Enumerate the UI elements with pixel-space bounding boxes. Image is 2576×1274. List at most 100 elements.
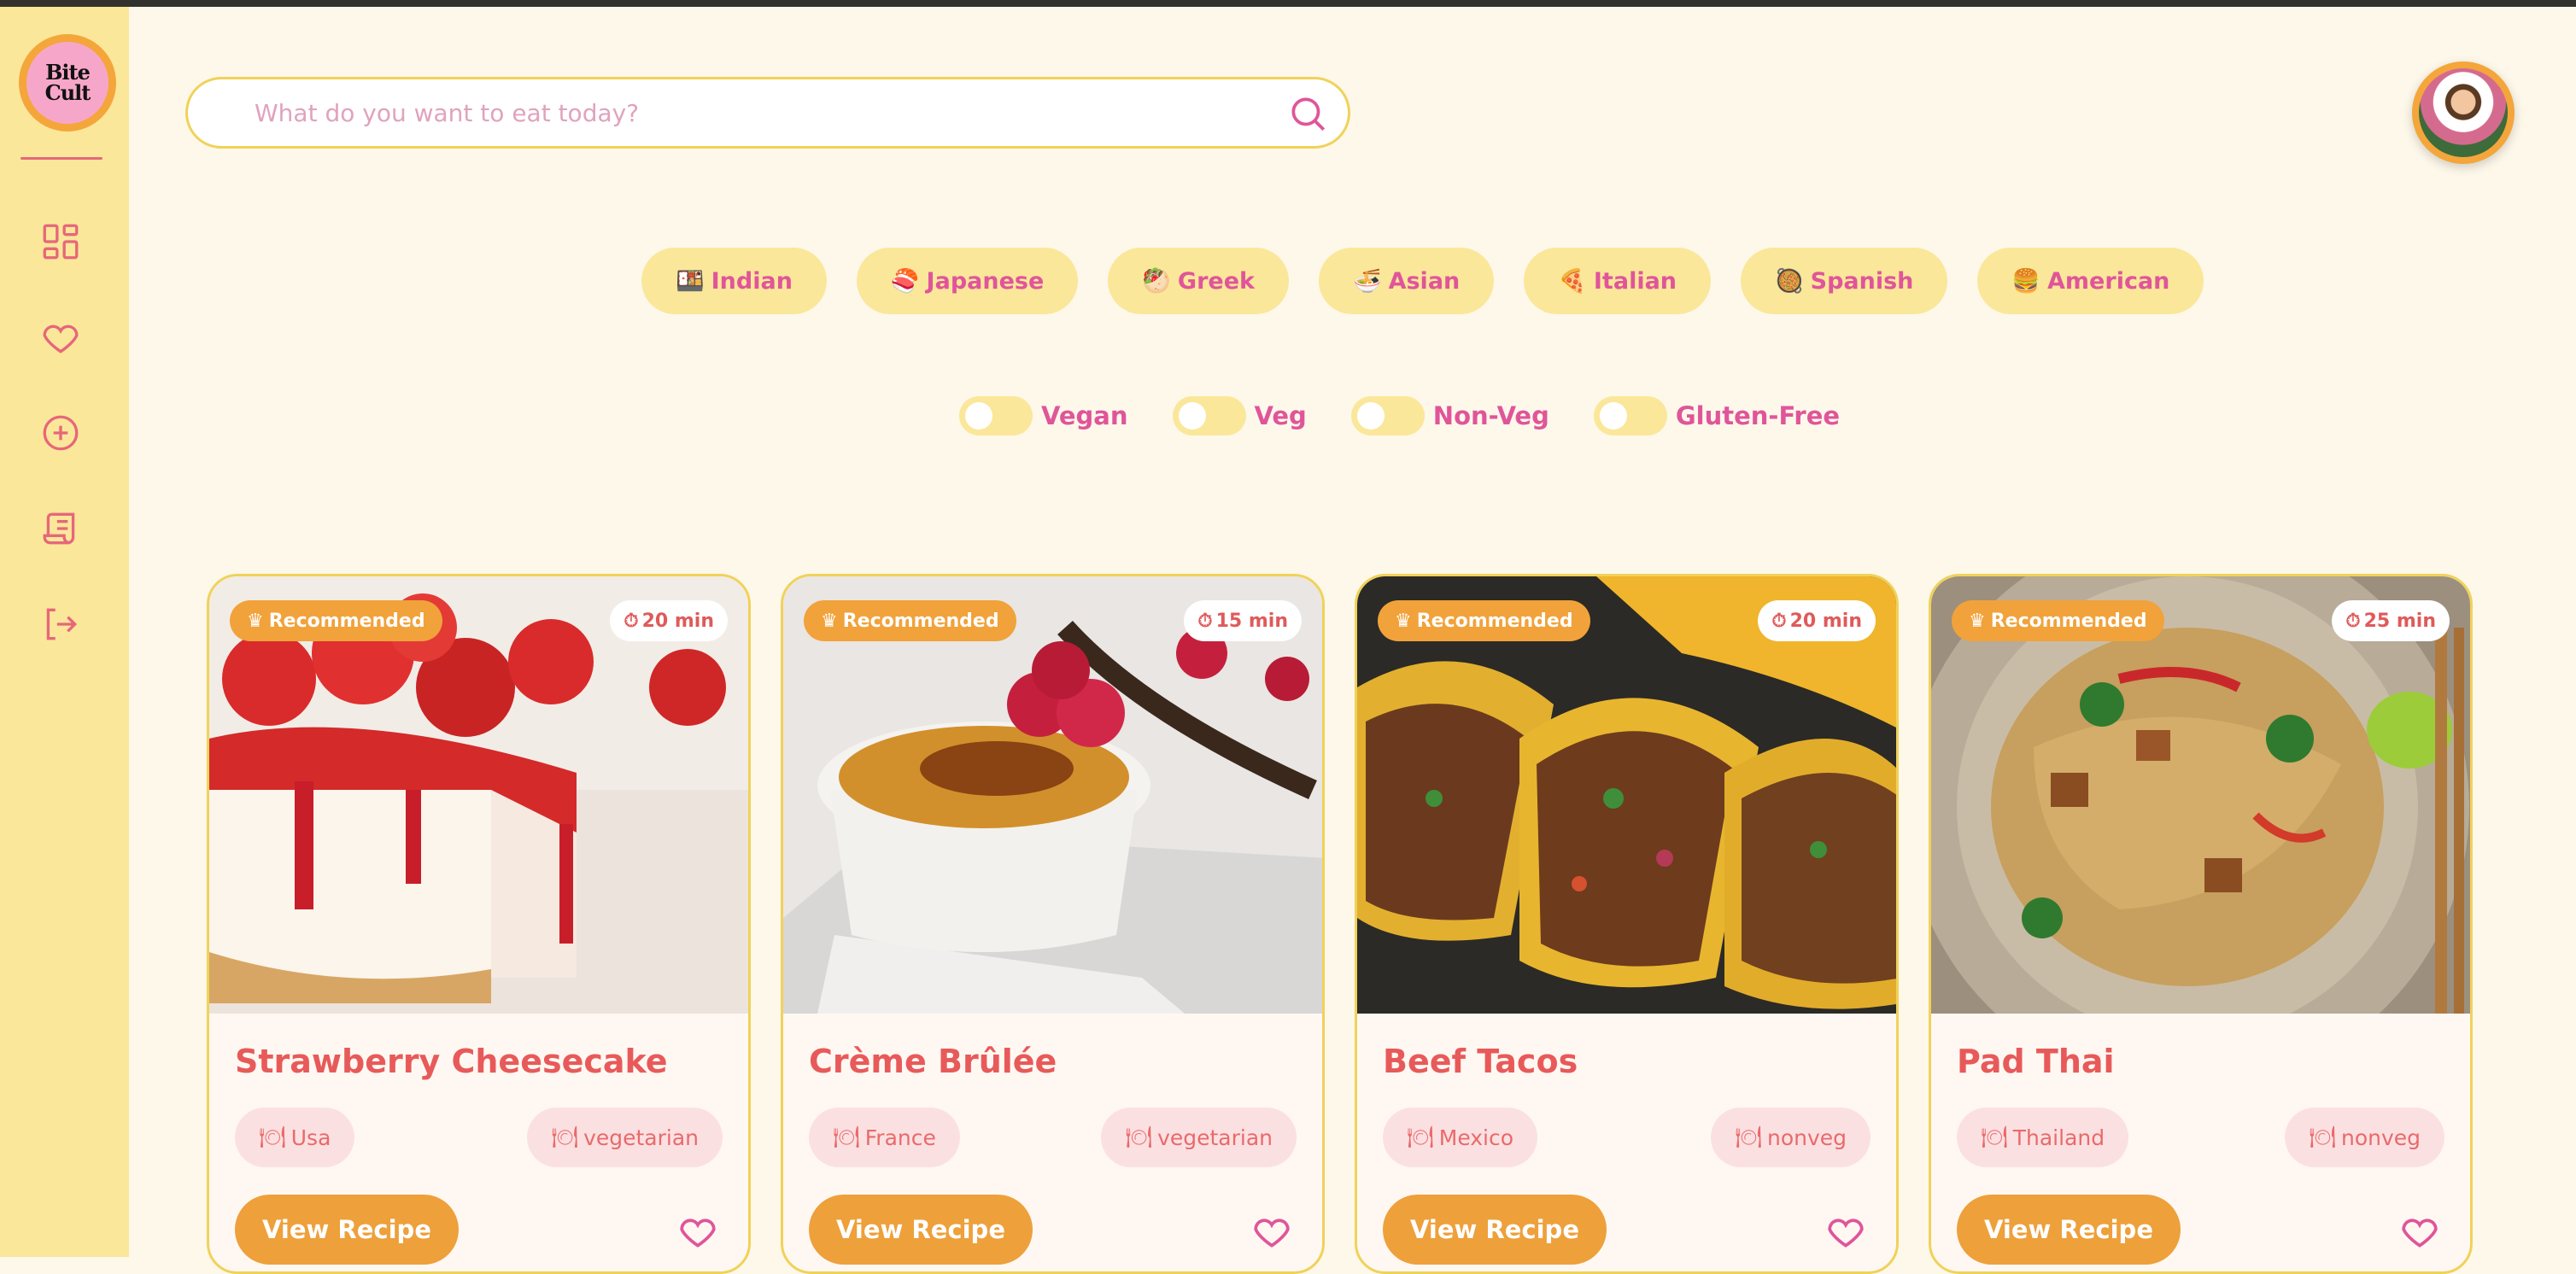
add-circle-icon[interactable]: [39, 412, 82, 454]
clock-icon: ⏱: [1771, 610, 1787, 632]
time-label: 20 min: [641, 610, 714, 632]
time-badge: ⏱ 20 min: [610, 600, 728, 641]
cuisine-label: Spanish: [1810, 267, 1914, 295]
favorite-heart-icon[interactable]: [676, 1210, 719, 1253]
cuisine-chip-italian[interactable]: 🍕 Italian: [1524, 248, 1712, 314]
cuisine-chip-asian[interactable]: 🍜 Asian: [1318, 248, 1495, 314]
diet-tag: 🍽 nonveg: [1711, 1107, 1871, 1167]
plate-icon: 🍽: [259, 1125, 286, 1149]
filter-label: Gluten-Free: [1675, 401, 1841, 430]
recipe-title: Pad Thai: [1957, 1043, 2115, 1080]
diet-label: vegetarian: [583, 1125, 699, 1150]
recipe-image: [783, 576, 1322, 1014]
plate-icon: 🍽: [1981, 1125, 2008, 1149]
diet-tag: 🍽 vegetarian: [1101, 1107, 1297, 1167]
cuisine-chips: 🍱 Indian 🍣 Japanese 🥙 Greek 🍜 Asian 🍕 Italian…: [641, 248, 2204, 314]
window-top-bar: [0, 0, 2576, 7]
main-content: 🍱Indian 🍣Japanese 🥙Greek 🍜Asian 🍕Italian…: [129, 7, 2576, 1274]
time-badge: ⏱ 20 min: [1758, 600, 1876, 641]
brand-logo-text: Bite Cult: [26, 42, 108, 124]
cuisine-label: Greek: [1177, 267, 1255, 295]
search-input[interactable]: [255, 98, 1228, 127]
clock-icon: ⏱: [2345, 610, 2361, 632]
cuisine-chip-american[interactable]: 🍔 American: [1977, 248, 2204, 314]
cuisine-emoji: 🍜: [1352, 268, 1382, 295]
time-label: 20 min: [1789, 610, 1862, 632]
scroll-icon[interactable]: [39, 507, 82, 550]
time-label: 15 min: [1215, 610, 1288, 632]
time-label: 25 min: [2363, 610, 2436, 632]
recipe-image: [1931, 576, 2470, 1014]
avatar-image: [2419, 68, 2508, 157]
recipe-title: Strawberry Cheesecake: [235, 1043, 668, 1080]
origin-tag: 🍽 Usa: [235, 1107, 355, 1167]
cuisine-emoji: 🥘: [1775, 268, 1804, 295]
origin-label: Mexico: [1438, 1125, 1514, 1150]
user-avatar[interactable]: [2412, 61, 2515, 164]
badge-label: Recommended: [268, 610, 425, 632]
cuisine-chip-greek[interactable]: 🥙 Greek: [1108, 248, 1289, 314]
cuisine-emoji: 🍔: [2011, 268, 2041, 295]
recipe-card: ♛ Recommended ⏱ 25 min Pad Thai 🍽 Thailand …: [1929, 574, 2473, 1274]
cuisine-chip-spanish[interactable]: 🥘 Spanish: [1741, 248, 1948, 314]
plate-icon: 🍽: [551, 1125, 579, 1149]
recipe-card: ♛ Recommended ⏱ 15 min Crème Brûlée 🍽 Franc…: [781, 574, 1325, 1274]
recipe-image: [209, 576, 748, 1014]
vegan-toggle[interactable]: [959, 396, 1033, 435]
origin-label: Thailand: [2012, 1125, 2105, 1150]
diet-label: vegetarian: [1157, 1125, 1273, 1150]
sidebar-divider: [20, 157, 102, 160]
cuisine-label: Japanese: [926, 267, 1045, 295]
badge-label: Recommended: [1990, 610, 2147, 632]
recipe-card: ♛ Recommended ⏱ 20 min Strawberry Cheeseca…: [207, 574, 751, 1274]
non-veg-toggle[interactable]: [1350, 396, 1425, 435]
clock-icon: ⏱: [1197, 610, 1213, 632]
favorite-heart-icon[interactable]: [2398, 1210, 2441, 1253]
diet-label: nonveg: [1766, 1125, 1847, 1150]
crown-icon: ♛: [247, 610, 264, 632]
view-recipe-button[interactable]: View Recipe: [235, 1195, 459, 1265]
diet-tag: 🍽 nonveg: [2285, 1107, 2444, 1167]
badge-label: Recommended: [842, 610, 999, 632]
filter-non-veg: Non-Veg: [1350, 396, 1549, 435]
recipe-image: [1357, 576, 1896, 1014]
origin-tag: 🍽 Mexico: [1383, 1107, 1538, 1167]
filter-veg: Veg: [1172, 396, 1307, 435]
cuisine-label: Indian: [711, 267, 793, 295]
brand-logo[interactable]: Bite Cult: [19, 34, 116, 131]
dashboard-icon[interactable]: [39, 220, 82, 263]
logout-icon[interactable]: [39, 603, 82, 646]
time-badge: ⏱ 15 min: [1184, 600, 1302, 641]
plate-icon: 🍽: [1407, 1125, 1434, 1149]
origin-label: France: [864, 1125, 936, 1150]
recipe-title: Beef Tacos: [1383, 1043, 1578, 1080]
favorite-heart-icon[interactable]: [1824, 1210, 1867, 1253]
view-recipe-button[interactable]: View Recipe: [809, 1195, 1033, 1265]
recommended-badge: ♛ Recommended: [1952, 600, 2164, 641]
favorite-heart-icon[interactable]: [1250, 1210, 1293, 1253]
filter-label: Non-Veg: [1432, 401, 1549, 430]
cuisine-label: Italian: [1593, 267, 1677, 295]
filter-vegan: Vegan: [959, 396, 1128, 435]
search-bar: [185, 77, 1350, 149]
view-recipe-button[interactable]: View Recipe: [1957, 1195, 2181, 1265]
cuisine-chip-japanese[interactable]: 🍣 Japanese: [856, 248, 1079, 314]
cuisine-emoji: 🥙: [1142, 268, 1171, 295]
time-badge: ⏱ 25 min: [2332, 600, 2450, 641]
crown-icon: ♛: [1969, 610, 1986, 632]
cuisine-label: Asian: [1388, 267, 1461, 295]
recommended-badge: ♛ Recommended: [230, 600, 442, 641]
heart-icon[interactable]: [39, 316, 82, 359]
search-icon[interactable]: [1286, 92, 1329, 135]
filter-gluten-free: Gluten-Free: [1593, 396, 1841, 435]
filter-label: Veg: [1254, 401, 1307, 430]
view-recipe-button[interactable]: View Recipe: [1383, 1195, 1607, 1265]
diet-label: nonveg: [2340, 1125, 2421, 1150]
plate-icon: 🍽: [2309, 1125, 2336, 1149]
plate-icon: 🍽: [833, 1125, 860, 1149]
veg-toggle[interactable]: [1172, 396, 1246, 435]
gluten-free-toggle[interactable]: [1593, 396, 1667, 435]
cuisine-label: American: [2047, 267, 2170, 295]
cuisine-chip-indian[interactable]: 🍱 Indian: [641, 248, 827, 314]
filter-label: Vegan: [1041, 401, 1128, 430]
